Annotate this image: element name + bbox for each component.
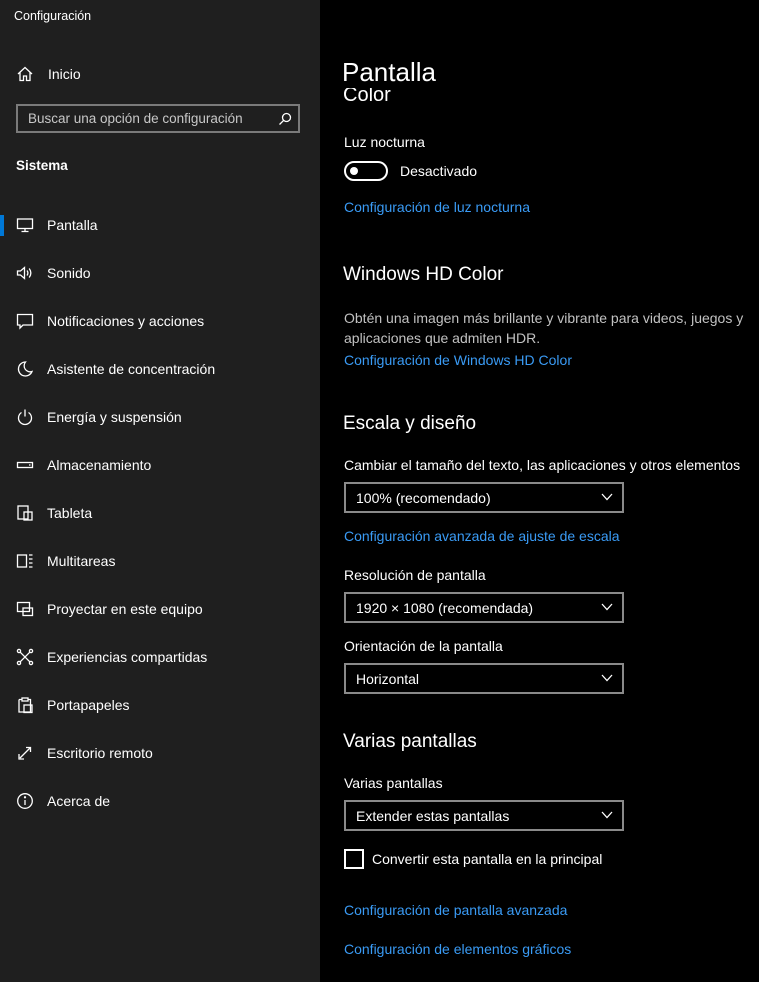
sidebar: Configuración Inicio Sistema Pantalla So… (0, 0, 320, 982)
sidebar-item-sonido[interactable]: Sonido (0, 253, 320, 293)
orientation-label: Orientación de la pantalla (344, 638, 503, 654)
graphics-settings-link[interactable]: Configuración de elementos gráficos (344, 941, 571, 957)
sidebar-item-portapapeles[interactable]: Portapapeles (0, 685, 320, 725)
chevron-down-icon (601, 493, 613, 501)
sidebar-item-asistente[interactable]: Asistente de concentración (0, 349, 320, 389)
content-pane: Pantalla Color Luz nocturna Desactivado … (320, 0, 759, 982)
sidebar-item-label: Energía y suspensión (47, 409, 182, 425)
night-light-settings-link[interactable]: Configuración de luz nocturna (344, 199, 530, 215)
hd-color-heading: Windows HD Color (343, 264, 504, 285)
resolution-label: Resolución de pantalla (344, 567, 486, 583)
orientation-dropdown[interactable]: Horizontal (344, 663, 624, 694)
resolution-dropdown[interactable]: 1920 × 1080 (recomendada) (344, 592, 624, 623)
sidebar-item-label: Proyectar en este equipo (47, 601, 203, 617)
multi-display-value: Extender estas pantallas (356, 808, 510, 824)
tablet-icon (17, 505, 33, 521)
moon-icon (17, 361, 34, 377)
home-icon (17, 66, 33, 82)
sidebar-item-label: Acerca de (47, 793, 111, 809)
sidebar-item-escritorio-remoto[interactable]: Escritorio remoto (0, 733, 320, 773)
chevron-down-icon (601, 674, 613, 682)
sidebar-item-label: Portapapeles (47, 697, 130, 713)
sidebar-item-label: Multitareas (47, 553, 116, 569)
hd-color-settings-link[interactable]: Configuración de Windows HD Color (344, 352, 572, 368)
sidebar-item-label: Notificaciones y acciones (47, 313, 205, 329)
scale-layout-heading: Escala y diseño (343, 413, 477, 434)
sidebar-item-notificaciones[interactable]: Notificaciones y acciones (0, 301, 320, 341)
sidebar-item-pantalla[interactable]: Pantalla (0, 205, 320, 245)
make-main-display-checkbox[interactable] (344, 849, 364, 869)
toggle-knob (350, 167, 358, 175)
search-icon[interactable] (278, 112, 292, 126)
night-light-state: Desactivado (400, 163, 478, 179)
power-icon (17, 409, 33, 426)
home-nav-item[interactable]: Inicio (0, 58, 320, 90)
remote-desktop-icon (18, 746, 32, 760)
sidebar-item-label: Almacenamiento (47, 457, 152, 473)
sidebar-item-tableta[interactable]: Tableta (0, 493, 320, 533)
project-icon (16, 601, 34, 617)
sidebar-item-label: Tableta (47, 505, 93, 521)
resolution-value: 1920 × 1080 (recomendada) (356, 600, 534, 616)
clipboard-icon (18, 697, 33, 714)
night-light-label: Luz nocturna (344, 134, 425, 150)
multi-display-label: Varias pantallas (344, 775, 443, 791)
sidebar-item-label: Escritorio remoto (47, 745, 153, 761)
multitask-icon (16, 554, 33, 568)
orientation-value: Horizontal (356, 671, 420, 687)
notification-icon (16, 313, 34, 330)
sidebar-item-acerca-de[interactable]: Acerca de (0, 781, 320, 821)
home-label: Inicio (48, 66, 81, 82)
color-heading: Color (343, 88, 391, 106)
sidebar-item-label: Asistente de concentración (47, 361, 216, 377)
sidebar-item-energia[interactable]: Energía y suspensión (0, 397, 320, 437)
advanced-display-settings-link[interactable]: Configuración de pantalla avanzada (344, 902, 567, 918)
storage-icon (16, 461, 34, 469)
app-title: Configuración (14, 9, 92, 23)
page-title: Pantalla (342, 57, 436, 87)
settings-search (16, 104, 300, 133)
section-title: Sistema (16, 158, 68, 173)
sidebar-item-experiencias[interactable]: Experiencias compartidas (0, 637, 320, 677)
chevron-down-icon (601, 811, 613, 819)
speaker-icon (16, 266, 32, 280)
sidebar-item-multitareas[interactable]: Multitareas (0, 541, 320, 581)
scale-label: Cambiar el tamaño del texto, las aplicac… (344, 457, 741, 473)
hd-color-description: Obtén una imagen más brillante y vibrant… (344, 310, 744, 346)
multi-display-heading: Varias pantallas (343, 731, 477, 752)
sidebar-item-proyectar[interactable]: Proyectar en este equipo (0, 589, 320, 629)
make-main-display-label[interactable]: Convertir esta pantalla en la principal (372, 851, 602, 867)
share-icon (16, 648, 34, 666)
advanced-scaling-link[interactable]: Configuración avanzada de ajuste de esca… (344, 528, 620, 544)
monitor-icon (16, 218, 34, 233)
multi-display-dropdown[interactable]: Extender estas pantallas (344, 800, 624, 831)
info-icon (17, 793, 33, 809)
night-light-toggle[interactable] (344, 161, 388, 181)
sidebar-item-label: Experiencias compartidas (47, 649, 208, 665)
scale-value: 100% (recomendado) (356, 490, 491, 506)
search-input[interactable] (18, 106, 268, 131)
chevron-down-icon (601, 603, 613, 611)
sidebar-item-almacenamiento[interactable]: Almacenamiento (0, 445, 320, 485)
scale-dropdown[interactable]: 100% (recomendado) (344, 482, 624, 513)
sidebar-item-label: Pantalla (47, 217, 98, 233)
sidebar-item-label: Sonido (47, 265, 91, 281)
